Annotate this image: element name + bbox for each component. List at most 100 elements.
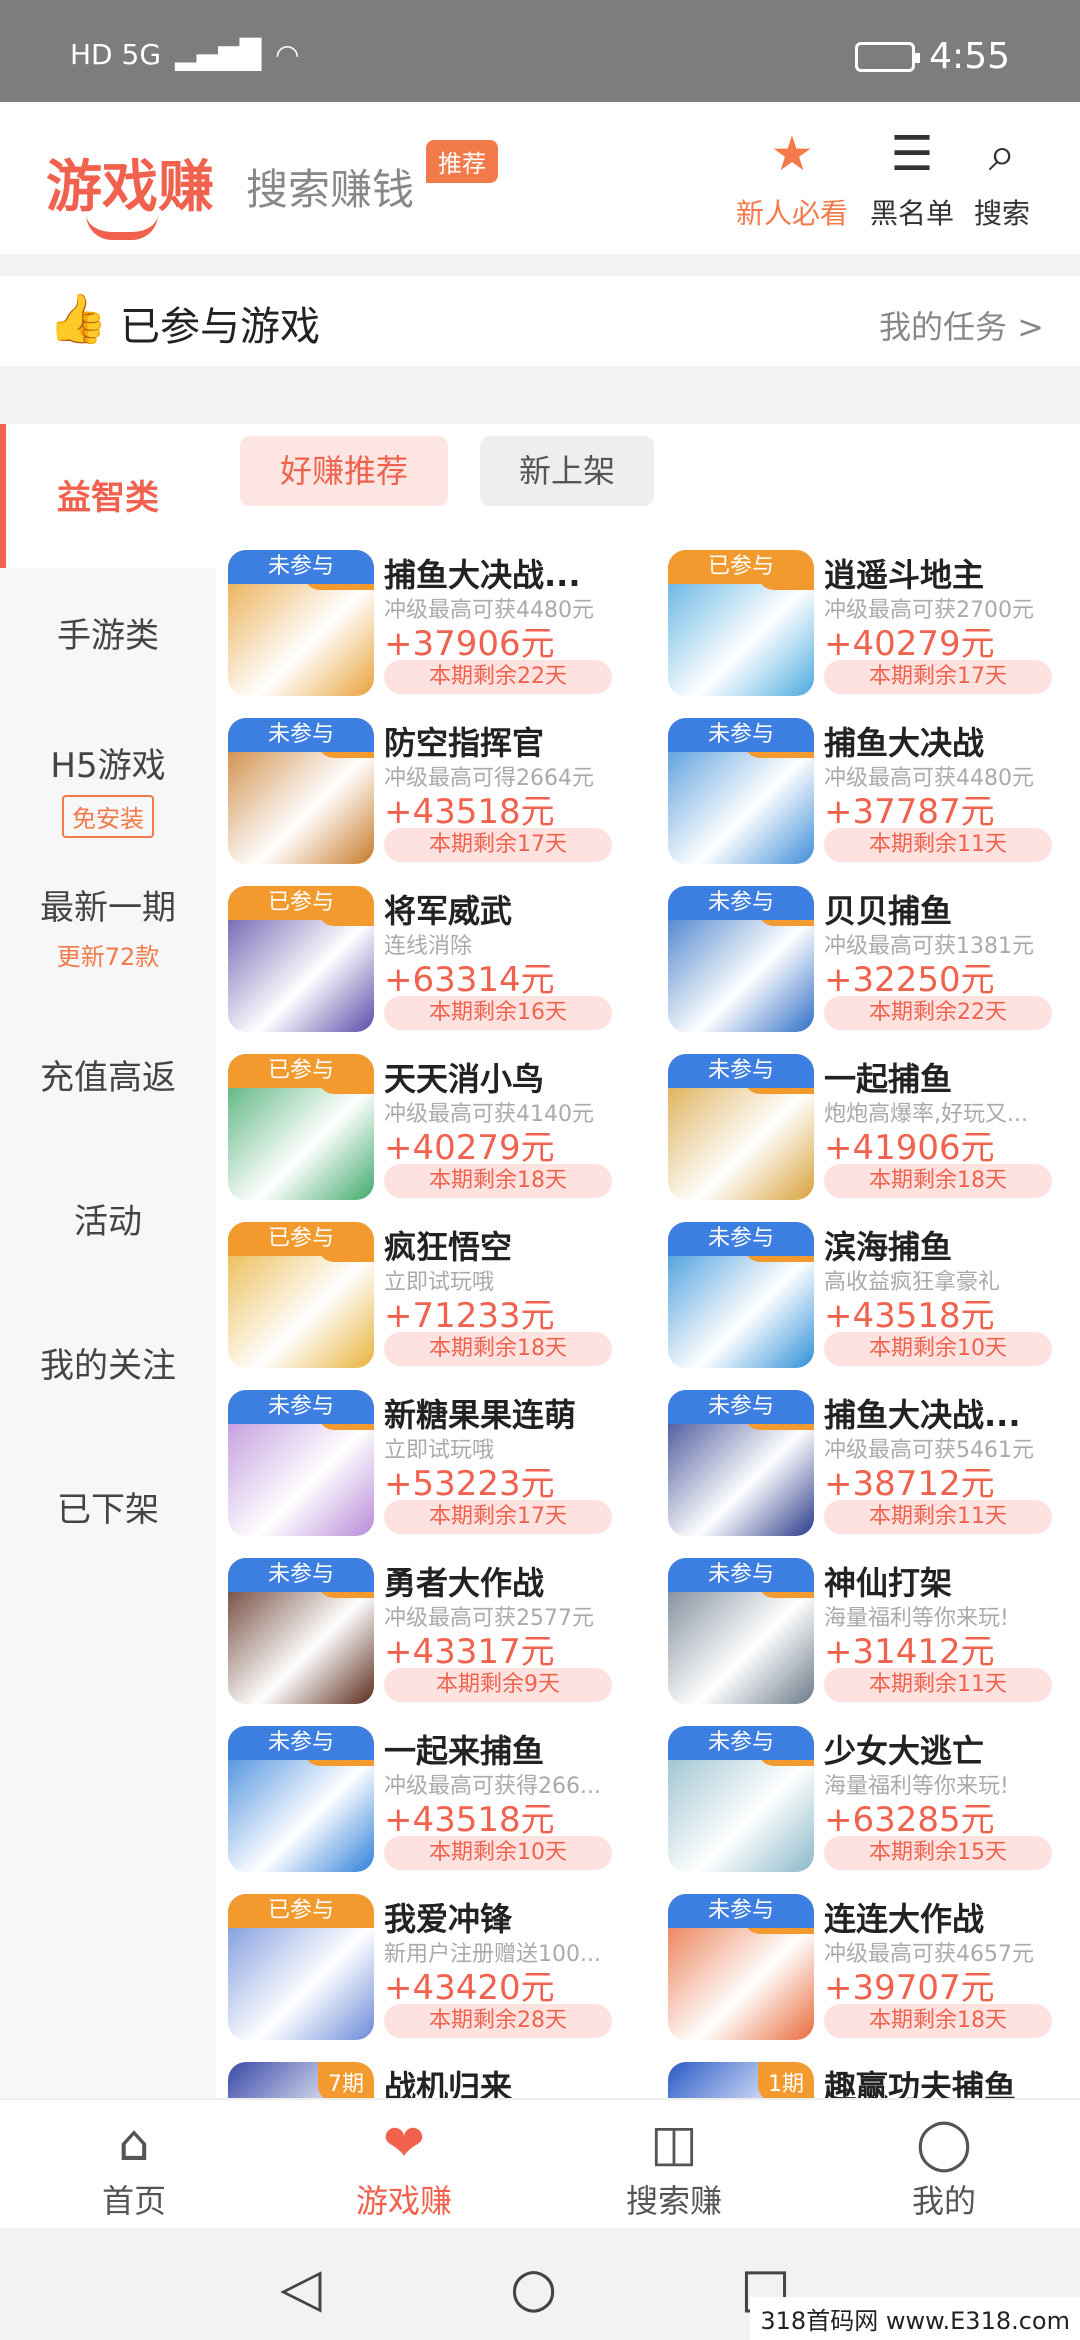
game-icon[interactable]: 已参与 bbox=[228, 1894, 374, 2040]
participation-status: 未参与 bbox=[228, 550, 374, 584]
game-card[interactable]: 20期未参与滨海捕鱼高收益疯狂拿豪礼+43518元本期剩余10天 bbox=[666, 1220, 1080, 1370]
search-button[interactable]: ⌕ 搜索 bbox=[974, 124, 1030, 232]
game-card[interactable]: 5期未参与勇者大作战冲级最高可获2577元+43317元本期剩余9天 bbox=[226, 1556, 646, 1706]
game-card[interactable]: 12期未参与连连大作战冲级最高可获4657元+39707元本期剩余18天 bbox=[666, 1892, 1080, 2042]
game-icon[interactable]: 18期未参与 bbox=[668, 718, 814, 864]
reward-amount: +43518元 bbox=[824, 1296, 995, 1336]
user-icon: ◯ bbox=[916, 2114, 972, 2172]
game-card[interactable]: 18期未参与捕鱼大决战冲级最高可获4480元+37787元本期剩余11天 bbox=[666, 716, 1080, 866]
back-icon[interactable]: ◁ bbox=[280, 2256, 322, 2319]
game-card[interactable]: 13期未参与捕鱼大决战...冲级最高可获5461元+38712元本期剩余11天 bbox=[666, 1388, 1080, 1538]
reward-amount: +37787元 bbox=[824, 792, 995, 832]
game-card[interactable]: 已参与 我爱冲锋 新用户注册赠送100... +43420元 本期剩余28天 bbox=[226, 1892, 646, 2042]
game-name: 捕鱼大决战... bbox=[384, 556, 581, 594]
game-icon[interactable]: 13期未参与 bbox=[668, 1390, 814, 1536]
game-name: 神仙打架 bbox=[824, 1564, 953, 1602]
sidebar-item-following[interactable]: 我的关注 bbox=[0, 1338, 216, 1387]
days-left: 本期剩余18天 bbox=[824, 2004, 1052, 2038]
nav-home[interactable]: ⌂ 首页 bbox=[34, 2110, 234, 2222]
sidebar-item-h5-games[interactable]: H5游戏 免安装 bbox=[0, 738, 216, 838]
game-card[interactable]: 8期未参与防空指挥官冲级最高可得2664元+43518元本期剩余17天 bbox=[226, 716, 646, 866]
newbie-guide-button[interactable]: ★ 新人必看 bbox=[736, 124, 848, 232]
game-icon[interactable]: 2期已参与 bbox=[668, 550, 814, 696]
participation-status: 未参与 bbox=[668, 1222, 814, 1256]
nav-me[interactable]: ◯ 我的 bbox=[844, 2110, 1044, 2222]
game-icon[interactable]: 15期未参与 bbox=[228, 1726, 374, 1872]
game-name: 我爱冲锋 bbox=[384, 1900, 513, 1938]
sidebar-item-mobile-games[interactable]: 手游类 bbox=[0, 608, 216, 657]
tab-new-arrivals[interactable]: 新上架 bbox=[480, 436, 654, 506]
game-card[interactable]: 3期已参与疯狂悟空立即试玩哦+71233元本期剩余18天 bbox=[226, 1220, 646, 1370]
sidebar-item-recharge[interactable]: 充值高返 bbox=[0, 1050, 216, 1099]
game-name: 一起捕鱼 bbox=[824, 1060, 953, 1098]
game-name: 连连大作战 bbox=[824, 1900, 985, 1938]
participation-status: 未参与 bbox=[668, 1390, 814, 1424]
participation-status: 未参与 bbox=[228, 718, 374, 752]
home-circle-icon[interactable]: ○ bbox=[510, 2256, 557, 2319]
game-icon[interactable]: 8期未参与 bbox=[228, 718, 374, 864]
game-icon[interactable]: 3期未参与 bbox=[668, 1726, 814, 1872]
game-icon[interactable]: 4期已参与 bbox=[228, 886, 374, 1032]
game-name: 捕鱼大决战... bbox=[824, 1396, 1021, 1434]
reward-amount: +63285元 bbox=[824, 1800, 995, 1840]
days-left: 本期剩余15天 bbox=[824, 1836, 1052, 1870]
game-icon[interactable]: 5期已参与 bbox=[228, 1054, 374, 1200]
participation-status: 未参与 bbox=[668, 1054, 814, 1088]
reward-amount: +43518元 bbox=[384, 792, 555, 832]
participation-status: 已参与 bbox=[228, 886, 374, 920]
sidebar-item-puzzle[interactable]: 益智类 bbox=[0, 424, 216, 568]
tab-recommended[interactable]: 好赚推荐 bbox=[240, 436, 448, 506]
clock: 4:55 bbox=[929, 36, 1010, 77]
game-icon[interactable]: 5期未参与 bbox=[228, 1558, 374, 1704]
game-icon[interactable]: 20期未参与 bbox=[668, 1222, 814, 1368]
game-card[interactable]: 8期未参与贝贝捕鱼冲级最高可获1381元+32250元本期剩余22天 bbox=[666, 884, 1080, 1034]
days-left: 本期剩余10天 bbox=[384, 1836, 612, 1870]
days-left: 本期剩余16天 bbox=[384, 996, 612, 1030]
game-icon[interactable]: 8期未参与 bbox=[668, 886, 814, 1032]
game-icon[interactable]: 12期未参与 bbox=[668, 1894, 814, 2040]
game-icon[interactable]: 21期未参与 bbox=[668, 1054, 814, 1200]
game-name: 天天消小鸟 bbox=[384, 1060, 545, 1098]
days-left: 本期剩余9天 bbox=[384, 1668, 612, 1702]
days-left: 本期剩余17天 bbox=[384, 1500, 612, 1534]
nav-game-earn[interactable]: ❤ 游戏赚 bbox=[304, 2110, 504, 2222]
game-icon[interactable]: 5期未参与 bbox=[228, 1390, 374, 1536]
sidebar-item-delisted[interactable]: 已下架 bbox=[0, 1482, 216, 1531]
game-icon[interactable]: 3期已参与 bbox=[228, 1222, 374, 1368]
reward-amount: +37906元 bbox=[384, 624, 555, 664]
game-icon[interactable]: 15期未参与 bbox=[228, 550, 374, 696]
watermark: 318首码网 www.E318.com bbox=[750, 2297, 1080, 2340]
days-left: 本期剩余18天 bbox=[824, 1164, 1052, 1198]
game-card[interactable]: 5期已参与天天消小鸟冲级最高可获4140元+40279元本期剩余18天 bbox=[226, 1052, 646, 1202]
game-card[interactable]: 15期未参与捕鱼大决战...冲级最高可获4480元+37906元本期剩余22天 bbox=[226, 548, 646, 698]
game-icon[interactable]: 1期未参与 bbox=[668, 1558, 814, 1704]
days-left: 本期剩余11天 bbox=[824, 1668, 1052, 1702]
nav-search-earn[interactable]: ◫ 搜索赚 bbox=[574, 2110, 774, 2222]
tab-game-earn[interactable]: 游戏赚 bbox=[46, 142, 214, 223]
blacklist-button[interactable]: ☰ 黑名单 bbox=[870, 124, 954, 232]
bottom-nav: ⌂ 首页 ❤ 游戏赚 ◫ 搜索赚 ◯ 我的 bbox=[0, 2098, 1080, 2228]
reward-amount: +41906元 bbox=[824, 1128, 995, 1168]
game-card[interactable]: 4期已参与将军威武连线消除+63314元本期剩余16天 bbox=[226, 884, 646, 1034]
sidebar-item-latest[interactable]: 最新一期 更新72款 bbox=[0, 880, 216, 972]
game-card[interactable]: 1期未参与神仙打架海量福利等你来玩!+31412元本期剩余11天 bbox=[666, 1556, 1080, 1706]
game-name: 少女大逃亡 bbox=[824, 1732, 985, 1770]
tab-search-earn[interactable]: 搜索赚钱 bbox=[246, 156, 414, 217]
game-card[interactable]: 3期未参与少女大逃亡海量福利等你来玩!+63285元本期剩余15天 bbox=[666, 1724, 1080, 1874]
game-card[interactable]: 5期未参与新糖果果连萌立即试玩哦+53223元本期剩余17天 bbox=[226, 1388, 646, 1538]
game-card[interactable]: 21期未参与一起捕鱼炮炮高爆率,好玩又...+41906元本期剩余18天 bbox=[666, 1052, 1080, 1202]
sidebar-item-activities[interactable]: 活动 bbox=[0, 1194, 216, 1243]
home-icon: ⌂ bbox=[118, 2114, 150, 2172]
participation-status: 未参与 bbox=[668, 718, 814, 752]
reward-amount: +39707元 bbox=[824, 1968, 995, 2008]
days-left: 本期剩余28天 bbox=[384, 2004, 612, 2038]
reward-amount: +63314元 bbox=[384, 960, 555, 1000]
reward-amount: +32250元 bbox=[824, 960, 995, 1000]
reward-amount: +43518元 bbox=[384, 1800, 555, 1840]
game-card[interactable]: 15期未参与一起来捕鱼冲级最高可获得266...+43518元本期剩余10天 bbox=[226, 1724, 646, 1874]
game-card[interactable]: 2期已参与逍遥斗地主冲级最高可获2700元+40279元本期剩余17天 bbox=[666, 548, 1080, 698]
category-sidebar: 益智类 手游类 H5游戏 免安装 最新一期 更新72款 充值高返 活动 我的关注 已… bbox=[0, 424, 216, 2098]
my-tasks-link[interactable]: 我的任务 > bbox=[879, 302, 1044, 348]
days-left: 本期剩余18天 bbox=[384, 1332, 612, 1366]
joined-games-bar[interactable]: 👍 已参与游戏 我的任务 > bbox=[0, 276, 1080, 366]
